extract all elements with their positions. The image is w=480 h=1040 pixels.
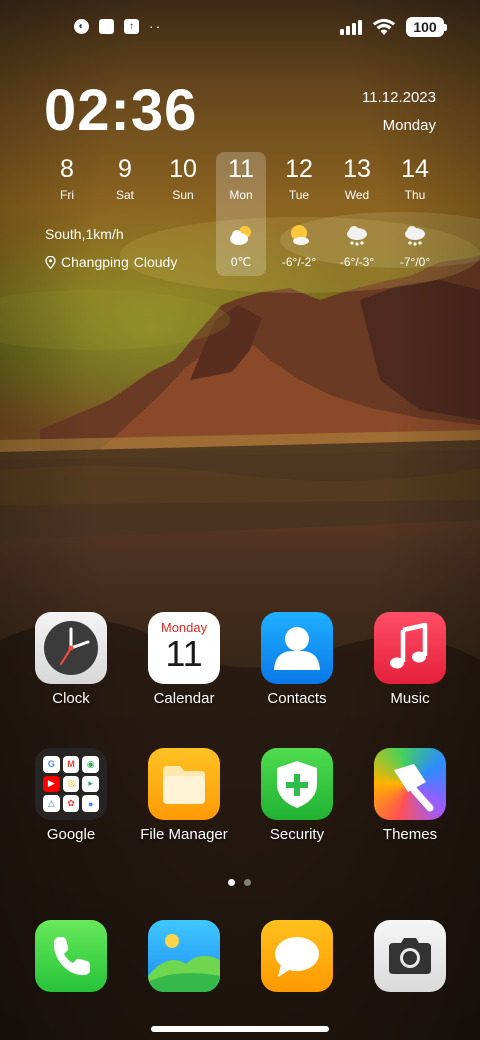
- app-themes[interactable]: Themes: [360, 748, 460, 843]
- day-number: 12: [285, 155, 313, 183]
- day-temperature: -7°/0°: [399, 255, 431, 269]
- music-note-icon[interactable]: [374, 612, 446, 684]
- location-name: Changping: [61, 254, 129, 270]
- gmail-app-icon: M: [62, 756, 80, 773]
- play-store-app-icon: ▸: [82, 775, 99, 793]
- day-name: Sun: [172, 188, 194, 202]
- location-info: Changping Cloudy: [45, 254, 177, 270]
- app-calendar[interactable]: Monday 11 Calendar: [134, 612, 234, 707]
- app-label: Contacts: [267, 690, 327, 707]
- page-dot-active[interactable]: [228, 879, 235, 886]
- app-label: File Manager: [140, 826, 228, 843]
- app-music[interactable]: Music: [360, 612, 460, 707]
- app-label: Clock: [52, 690, 90, 707]
- day-number: 10: [169, 155, 197, 183]
- maps-app-icon: ◉: [82, 756, 99, 773]
- day-temperature: -6°/-3°: [339, 255, 375, 269]
- home-gesture-bar[interactable]: [151, 1026, 329, 1032]
- chrome-app-icon: ◎: [62, 775, 80, 793]
- photos-app-icon: ✿: [62, 795, 80, 812]
- snow-cloud-icon: [347, 226, 367, 246]
- messages-icon[interactable]: [261, 920, 333, 992]
- app-label: Music: [390, 690, 430, 707]
- wind-info: South,1km/h: [45, 226, 124, 242]
- notification-icons: ◐ ↑ ··: [74, 19, 162, 34]
- drive-app-icon: △: [43, 795, 60, 812]
- youtube-app-icon: ▶: [43, 775, 60, 793]
- page-dot[interactable]: [244, 879, 251, 886]
- day-number: 13: [343, 155, 371, 183]
- more-notifications-icon: ··: [149, 18, 163, 34]
- location-pin-icon: [45, 255, 56, 269]
- app-contacts[interactable]: Contacts: [247, 612, 347, 707]
- forecast-day: 14 Thu -7°/0°: [390, 152, 440, 276]
- forecast-day-today: 11 Mon 0℃: [216, 152, 266, 276]
- clock-time[interactable]: 02:36: [44, 80, 197, 142]
- app-label: Security: [269, 826, 325, 843]
- day-name: Tue: [288, 188, 310, 202]
- weather-condition: Cloudy: [133, 254, 178, 270]
- assistant-app-icon: ●: [82, 795, 99, 812]
- day-temperature: -6°/-2°: [281, 255, 317, 269]
- camera-icon[interactable]: [374, 920, 446, 992]
- google-folder-icon[interactable]: G M ◉ ▶ ◎ ▸ △ ✿ ●: [35, 748, 107, 820]
- day-name: Thu: [404, 188, 426, 202]
- day-number: 11: [228, 155, 254, 183]
- square-notification-icon: [99, 19, 114, 34]
- folder-icon[interactable]: [148, 748, 220, 820]
- app-google-folder[interactable]: G M ◉ ▶ ◎ ▸ △ ✿ ● Google: [21, 748, 121, 843]
- dock-gallery[interactable]: [134, 920, 234, 992]
- contacts-icon[interactable]: [261, 612, 333, 684]
- upload-notification-icon: ↑: [124, 19, 139, 34]
- day-number: 9: [118, 155, 132, 183]
- dock-phone[interactable]: [21, 920, 121, 992]
- day-name: Wed: [344, 188, 370, 202]
- snow-cloud-icon: [405, 226, 425, 246]
- dock-messages[interactable]: [247, 920, 347, 992]
- day-number: 8: [60, 155, 74, 183]
- day-number: 14: [401, 155, 429, 183]
- gallery-icon[interactable]: [148, 920, 220, 992]
- app-security[interactable]: Security: [247, 748, 347, 843]
- clock-date: 11.12.2023: [362, 89, 436, 106]
- calendar-tile-date: 11: [165, 633, 203, 674]
- day-name: Mon: [229, 188, 253, 202]
- app-notification-icon: ◐: [74, 19, 89, 34]
- calendar-tile-weekday: Monday: [160, 620, 208, 635]
- day-name: Fri: [60, 188, 74, 202]
- system-indicators: 100: [340, 17, 447, 37]
- page-indicator[interactable]: [228, 879, 251, 886]
- clock-weekday: Monday: [382, 117, 436, 134]
- app-label: Calendar: [153, 690, 215, 707]
- day-name: Sat: [115, 188, 134, 202]
- app-file-manager[interactable]: File Manager: [134, 748, 234, 843]
- clock-icon[interactable]: [35, 612, 107, 684]
- shield-icon[interactable]: [261, 748, 333, 820]
- calendar-icon[interactable]: Monday 11: [148, 612, 220, 684]
- app-label: Themes: [382, 826, 438, 843]
- wifi-icon: [372, 18, 396, 35]
- partly-cloudy-icon: [291, 225, 309, 245]
- forecast-day: 13 Wed -6°/-3°: [332, 152, 382, 276]
- status-bar: ◐ ↑ ·· 100: [0, 0, 480, 56]
- app-label: Google: [46, 826, 96, 843]
- paintbrush-icon[interactable]: [374, 748, 446, 820]
- day-temperature: 0℃: [230, 255, 252, 269]
- google-app-icon: G: [43, 756, 60, 773]
- app-clock[interactable]: Clock: [21, 612, 121, 707]
- signal-icon: [340, 19, 362, 35]
- dock-camera[interactable]: [360, 920, 460, 992]
- partly-cloudy-icon: [230, 226, 251, 245]
- forecast-day: 12 Tue -6°/-2°: [274, 152, 324, 276]
- phone-icon[interactable]: [35, 920, 107, 992]
- battery-indicator: 100: [406, 17, 447, 37]
